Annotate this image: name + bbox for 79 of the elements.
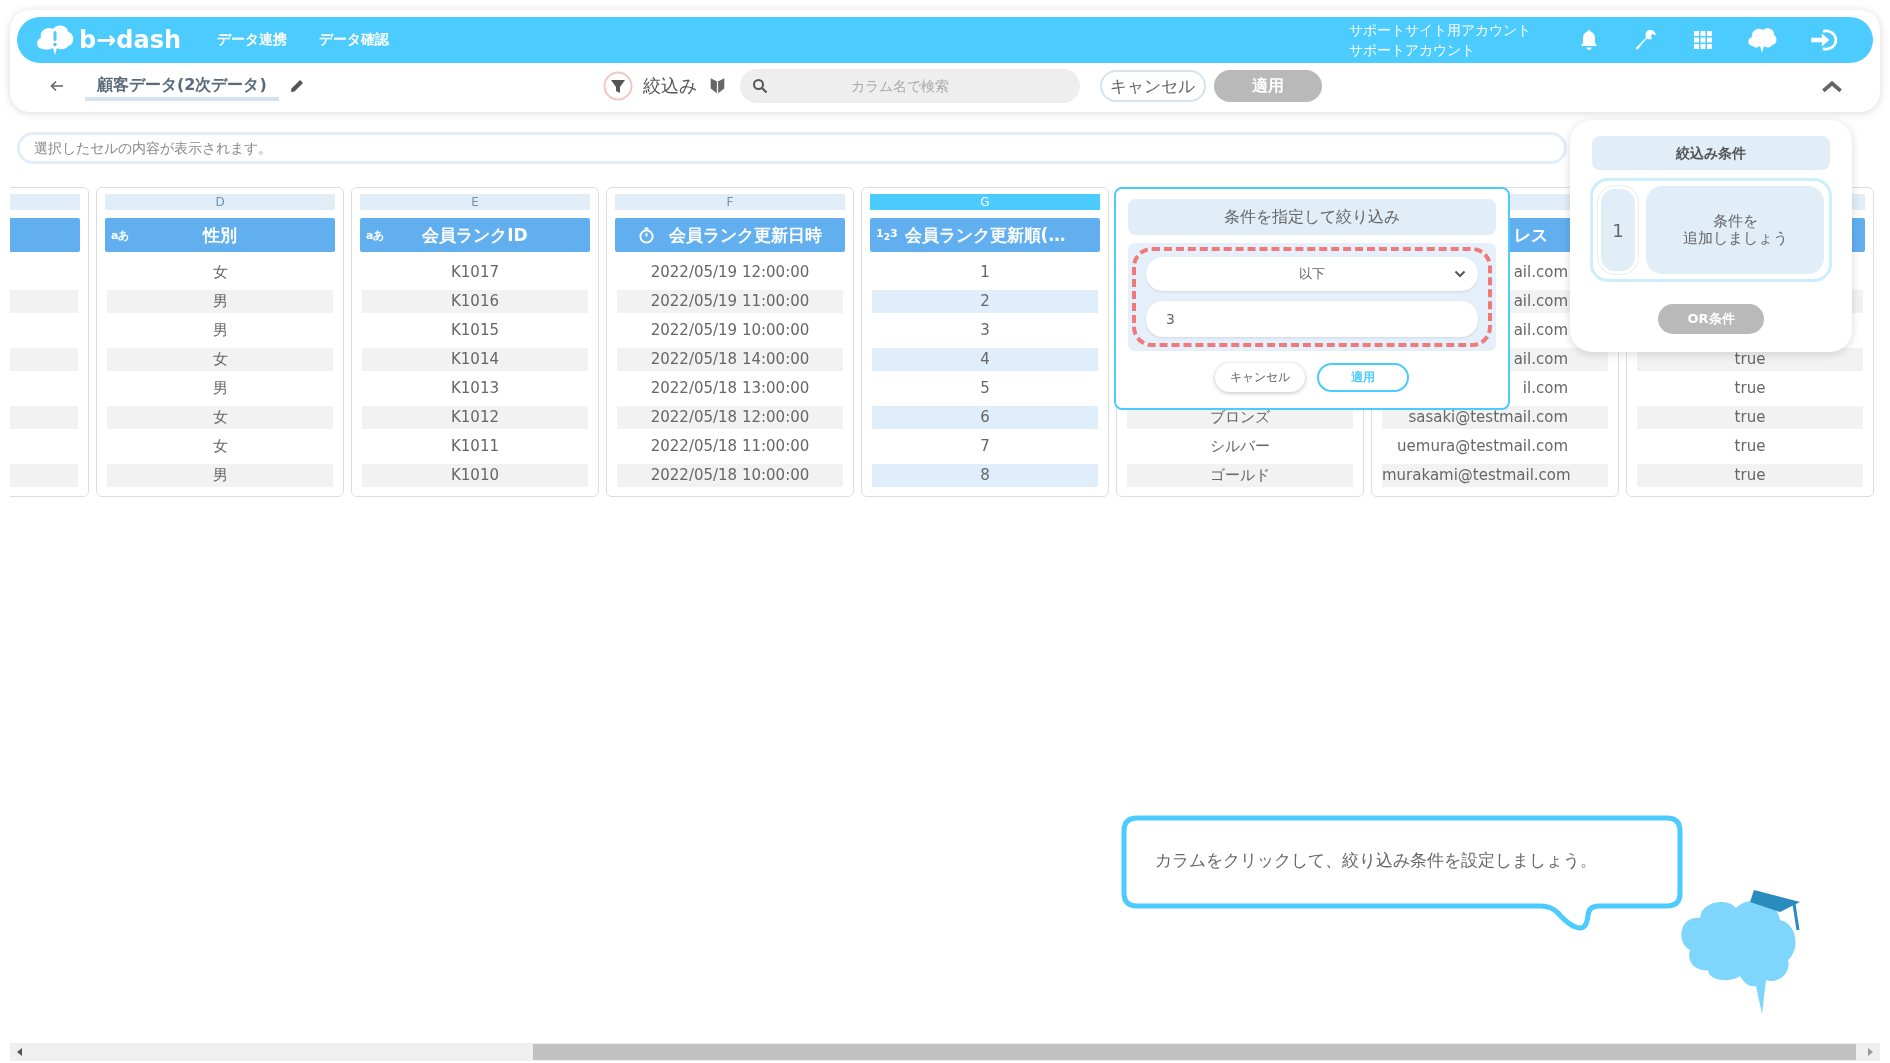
table-cell[interactable]: ゴールド: [1127, 464, 1353, 487]
beginner-mark-icon[interactable]: [708, 76, 726, 96]
table-cell[interactable]: 2022/05/18 12:00:00: [617, 406, 843, 429]
table-cell[interactable]: 8: [872, 464, 1098, 487]
logo-text: b→dash: [79, 26, 182, 54]
filter-icon[interactable]: [602, 71, 633, 101]
cancel-button[interactable]: キャンセル: [1215, 363, 1305, 392]
dataset-title: 顧客データ(2次データ): [85, 75, 279, 101]
table-cell[interactable]: 5: [872, 377, 1098, 400]
table-cell[interactable]: 2022/05/19 10:00:00: [617, 319, 843, 342]
table-cell[interactable]: 男: [107, 377, 333, 400]
table-cell[interactable]: 2022/05/18 13:00:00: [617, 377, 843, 400]
type-icon: 1$_{2}$3: [876, 227, 898, 243]
filter-label: 絞込み: [642, 74, 697, 98]
condition-number: 1: [1598, 186, 1638, 274]
scroll-right-icon[interactable]: [1866, 1047, 1874, 1057]
cell-preview-field[interactable]: 選択したセルの内容が表示されます。: [17, 132, 1567, 164]
table-cell[interactable]: 1: [872, 261, 1098, 284]
search-field[interactable]: カラム名で検索: [739, 69, 1080, 103]
stopwatch-icon: [638, 226, 655, 244]
add-condition-prompt[interactable]: 条件を 追加しましょう: [1646, 186, 1824, 274]
horizontal-scrollbar[interactable]: [10, 1043, 1880, 1061]
table-cell[interactable]: K1010: [362, 464, 588, 487]
account-name: サポートサイト用アカウント: [1349, 21, 1531, 40]
table-cell[interactable]: 2022/05/18 11:00:00: [617, 435, 843, 458]
table-cell[interactable]: true: [1637, 406, 1863, 429]
table-cell[interactable]: 2022/05/19 12:00:00: [617, 261, 843, 284]
search-icon: [751, 78, 768, 94]
popup-title: 条件を指定して絞り込み: [1128, 199, 1496, 235]
table-cell[interactable]: K1012: [362, 406, 588, 429]
condition-card[interactable]: 1 条件を 追加しましょう: [1590, 178, 1832, 282]
table-cell[interactable]: 4: [872, 348, 1098, 371]
hint-text: カラムをクリックして、絞り込み条件を設定しましょう。: [1155, 849, 1597, 872]
table-cell[interactable]: true: [1637, 377, 1863, 400]
table-cell[interactable]: true: [1637, 435, 1863, 458]
column-letter[interactable]: E: [360, 194, 590, 210]
value-input[interactable]: 3: [1146, 301, 1478, 337]
table-cell[interactable]: 男: [107, 464, 333, 487]
collapse-icon[interactable]: [1821, 79, 1843, 93]
scrollbar-thumb[interactable]: [533, 1044, 1856, 1060]
table-cell[interactable]: murakami@testmail.com: [1382, 464, 1608, 487]
table-cell[interactable]: 2022/05/19 11:00:00: [617, 290, 843, 313]
type-icon: aあ: [111, 227, 130, 243]
operator-dropdown[interactable]: 以下: [1146, 257, 1478, 291]
table-cell[interactable]: 6: [872, 406, 1098, 429]
cancel-button[interactable]: キャンセル: [1099, 70, 1206, 102]
column-letter[interactable]: D: [105, 194, 335, 210]
table-cell[interactable]: 女: [107, 435, 333, 458]
type-icon: aあ: [366, 227, 385, 243]
table-cell[interactable]: 男: [107, 319, 333, 342]
back-arrow-icon[interactable]: [49, 78, 65, 94]
column-letter[interactable]: F: [615, 194, 845, 210]
table-cell[interactable]: 2: [872, 290, 1098, 313]
logout-icon[interactable]: [1809, 27, 1839, 53]
table-cell[interactable]: K1014: [362, 348, 588, 371]
pencil-icon[interactable]: [288, 78, 305, 94]
table-cell[interactable]: 男: [107, 290, 333, 313]
table-cell[interactable]: true: [1637, 464, 1863, 487]
table-cell[interactable]: uemura@testmail.com: [1382, 435, 1608, 458]
table-cell[interactable]: K1011: [362, 435, 588, 458]
account-name: サポートアカウント: [1349, 41, 1476, 60]
scroll-left-icon[interactable]: [16, 1047, 24, 1057]
table-cell[interactable]: K1015: [362, 319, 588, 342]
grid-icon[interactable]: [1691, 28, 1715, 52]
table-cell[interactable]: K1013: [362, 377, 588, 400]
cloud-icon[interactable]: [1747, 26, 1777, 54]
table-cell[interactable]: シルバー: [1127, 435, 1353, 458]
table-cell[interactable]: K1017: [362, 261, 588, 284]
chevron-down-icon: [1454, 270, 1466, 278]
table-cell[interactable]: 3: [872, 319, 1098, 342]
table-cell[interactable]: K1016: [362, 290, 588, 313]
table-cell[interactable]: 7: [872, 435, 1098, 458]
table-cell[interactable]: 女: [107, 406, 333, 429]
table-cell[interactable]: 2022/05/18 14:00:00: [617, 348, 843, 371]
table-cell[interactable]: 2022/05/18 10:00:00: [617, 464, 843, 487]
table-cell[interactable]: 女: [107, 348, 333, 371]
table-cell[interactable]: 女: [107, 261, 333, 284]
panel-title: 絞込み条件: [1592, 136, 1830, 170]
table-cell[interactable]: sasaki@testmail.com: [1382, 406, 1608, 429]
